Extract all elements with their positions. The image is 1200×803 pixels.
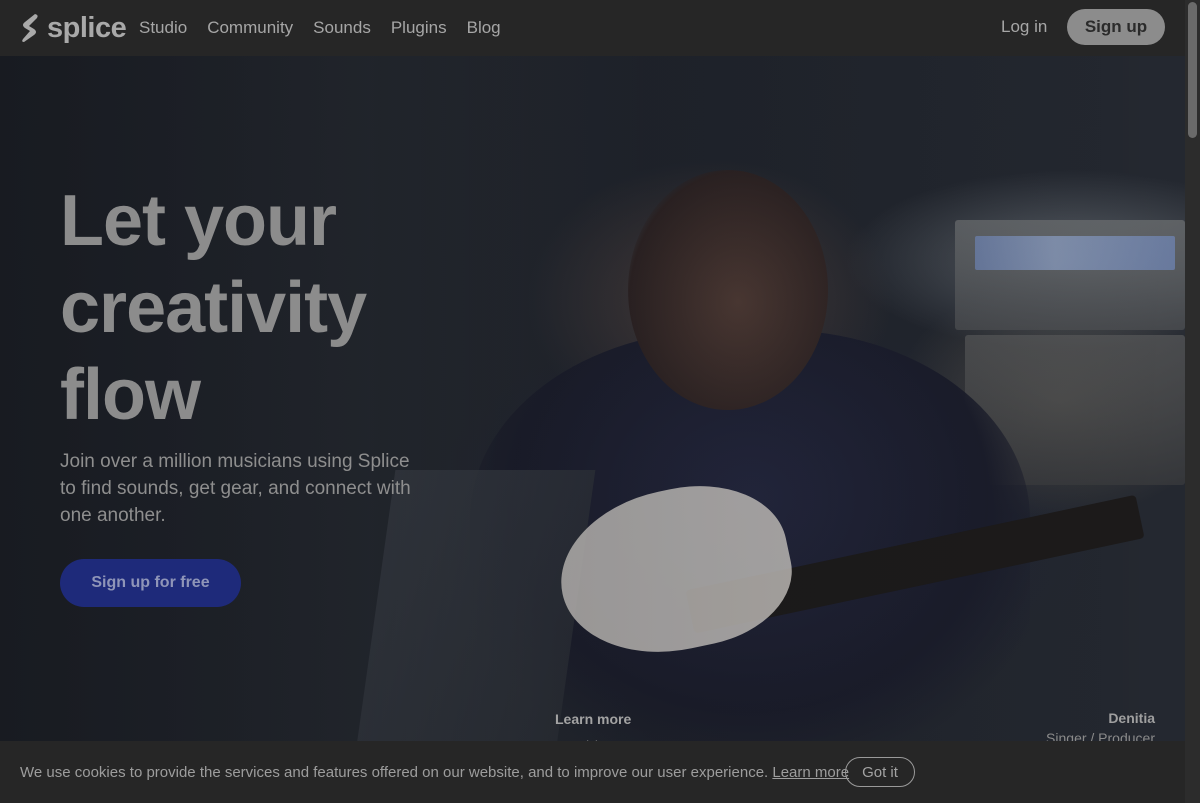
headline-line-3: flow xyxy=(60,355,201,435)
scrollbar-thumb[interactable] xyxy=(1188,2,1197,138)
learn-more-link[interactable]: Learn more xyxy=(555,711,631,727)
logo-wordmark: splice xyxy=(47,11,127,44)
cookie-text: We use cookies to provide the services a… xyxy=(20,764,769,781)
photo-credit-name: Denitia xyxy=(1108,710,1155,726)
splice-logo-icon xyxy=(22,14,38,42)
hero-subhead: Join over a million musicians using Spli… xyxy=(60,451,411,526)
cookie-banner: We use cookies to provide the services a… xyxy=(0,741,1185,803)
cookie-message: We use cookies to provide the services a… xyxy=(20,764,849,781)
nav-link-community[interactable]: Community xyxy=(207,18,293,38)
login-link[interactable]: Log in xyxy=(1001,17,1047,37)
nav-link-studio[interactable]: Studio xyxy=(139,18,187,38)
nav-link-plugins[interactable]: Plugins xyxy=(391,18,447,38)
page: splice Studio Community Sounds Plugins B… xyxy=(0,0,1185,803)
headline-line-2: creativity xyxy=(60,268,367,348)
scrollbar[interactable] xyxy=(1185,0,1200,803)
signup-free-button[interactable]: Sign up for free xyxy=(60,559,241,607)
cookie-accept-button[interactable]: Got it xyxy=(845,757,915,787)
nav-link-sounds[interactable]: Sounds xyxy=(313,18,371,38)
nav-link-blog[interactable]: Blog xyxy=(467,18,501,38)
signup-button[interactable]: Sign up xyxy=(1067,9,1165,45)
headline-line-1: Let your xyxy=(60,181,337,261)
hero-headline: Let your creativity flow xyxy=(60,178,480,439)
top-nav: splice Studio Community Sounds Plugins B… xyxy=(0,0,1185,56)
nav-links: Studio Community Sounds Plugins Blog xyxy=(139,18,501,38)
cookie-learn-more-link[interactable]: Learn more xyxy=(772,764,849,781)
splice-logo[interactable]: splice xyxy=(20,11,127,44)
